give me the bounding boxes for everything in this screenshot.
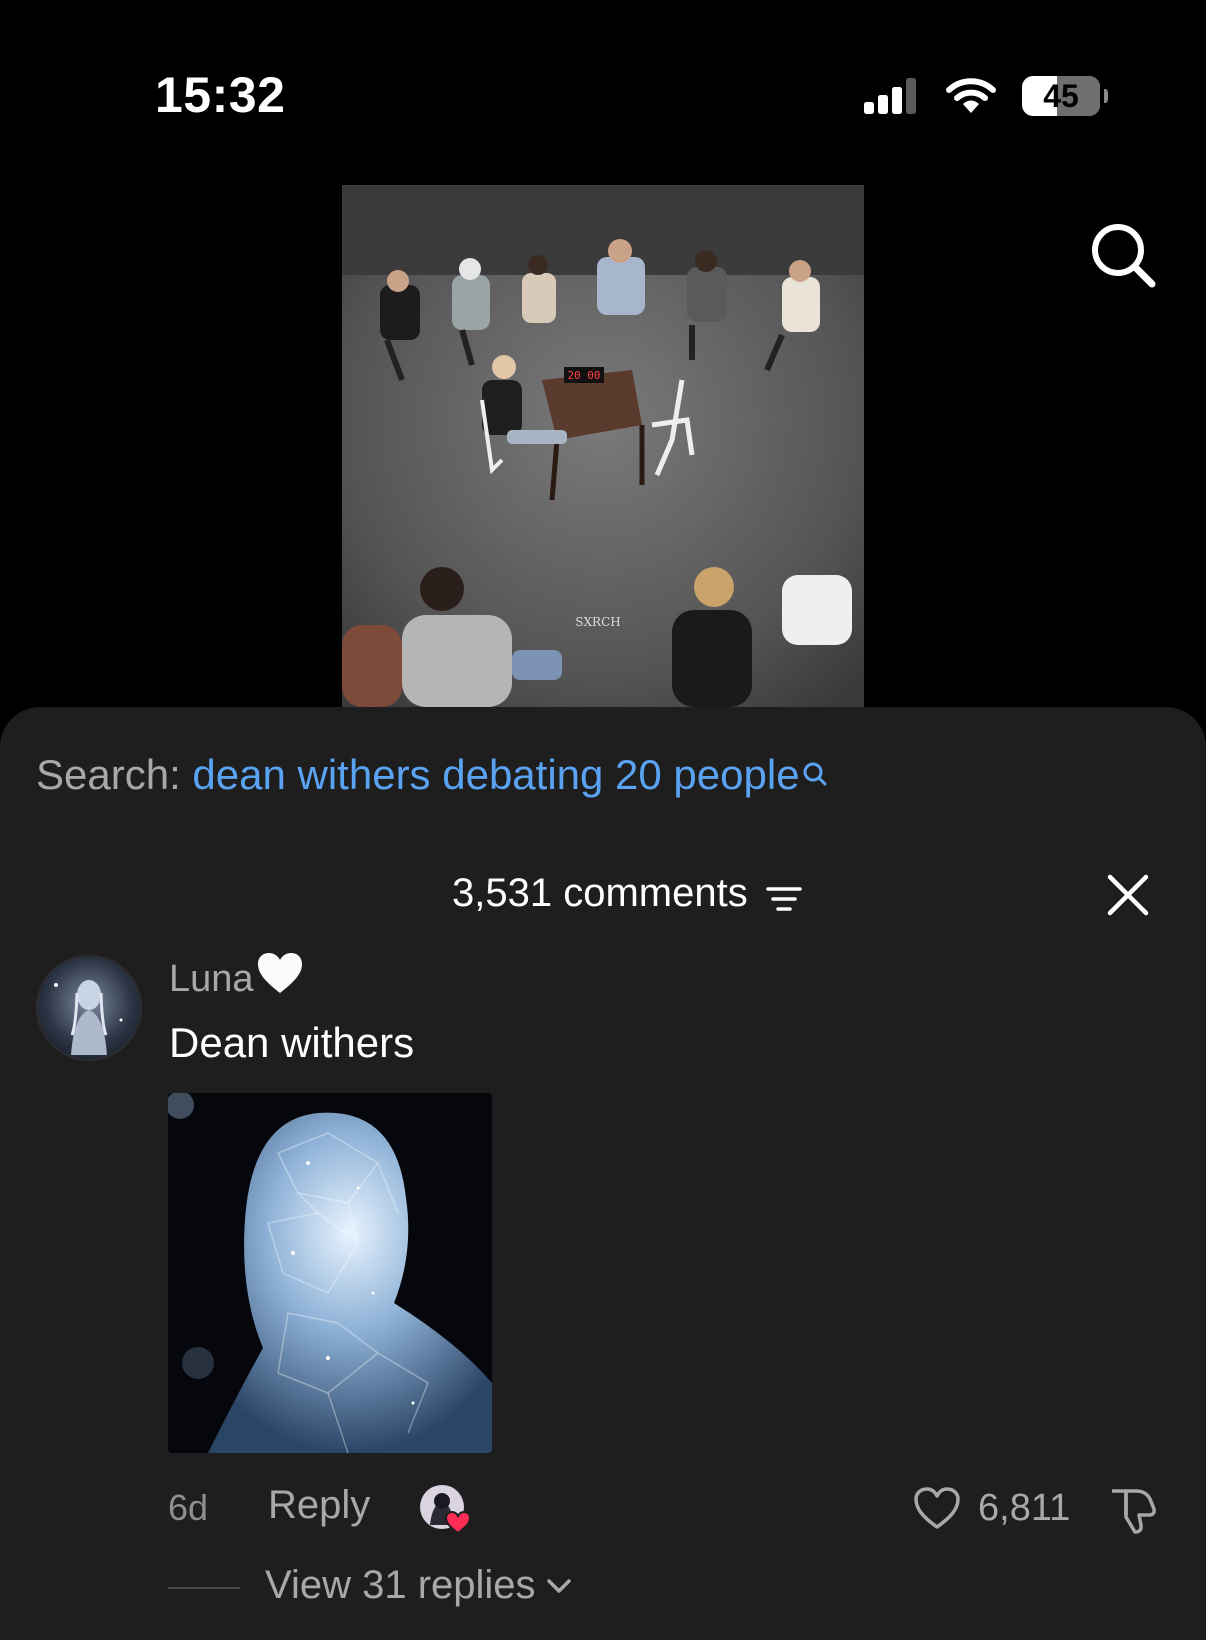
search-icon[interactable] (1088, 220, 1158, 290)
search-query-link[interactable]: dean withers debating 20 people (192, 751, 799, 798)
view-replies-button[interactable]: View 31 replies (265, 1563, 536, 1608)
username-text: Luna (169, 958, 254, 1001)
comment-age: 6d (168, 1487, 209, 1528)
like-heart-icon[interactable] (912, 1485, 962, 1536)
battery-percent: 45 (1043, 77, 1079, 114)
comments-sheet: Search: dean withers debating 20 people … (0, 707, 1206, 1640)
comment-actions: 6d Reply 6,811 (0, 1477, 1206, 1537)
battery-indicator: 45 (1022, 76, 1108, 116)
comment-username[interactable]: Luna (169, 953, 304, 1005)
debate-timer: 20 00 (567, 369, 600, 382)
comments-count: 3,531 comments (452, 871, 748, 915)
white-heart-emoji-icon (256, 951, 304, 1005)
close-icon[interactable] (1106, 873, 1150, 917)
dislike-icon[interactable] (1106, 1485, 1158, 1540)
status-time: 15:32 (155, 67, 286, 123)
comment-text: Dean withers (169, 1019, 415, 1066)
like-count: 6,811 (978, 1487, 1071, 1529)
video-frame[interactable]: 20 00 SXRCH (342, 185, 864, 707)
video-watermark: SXRCH (575, 615, 620, 629)
search-small-icon (802, 749, 828, 797)
reply-button[interactable]: Reply (268, 1483, 370, 1528)
comment-attached-image[interactable] (168, 1093, 492, 1453)
related-search[interactable]: Search: dean withers debating 20 people (36, 751, 828, 799)
wifi-icon (946, 77, 996, 115)
view-replies-row[interactable]: View 31 replies (0, 1557, 1206, 1617)
battery-cap (1104, 89, 1108, 103)
search-label: Search: (36, 751, 181, 798)
sort-filter-icon[interactable] (766, 885, 802, 920)
creator-liked-badge (418, 1483, 474, 1535)
cellular-signal-icon (862, 76, 920, 116)
avatar[interactable] (36, 955, 142, 1061)
replies-divider (168, 1587, 240, 1589)
chevron-down-icon (546, 1577, 572, 1600)
status-icons: 45 (862, 74, 1108, 118)
comments-header: 3,531 comments (0, 867, 1206, 927)
